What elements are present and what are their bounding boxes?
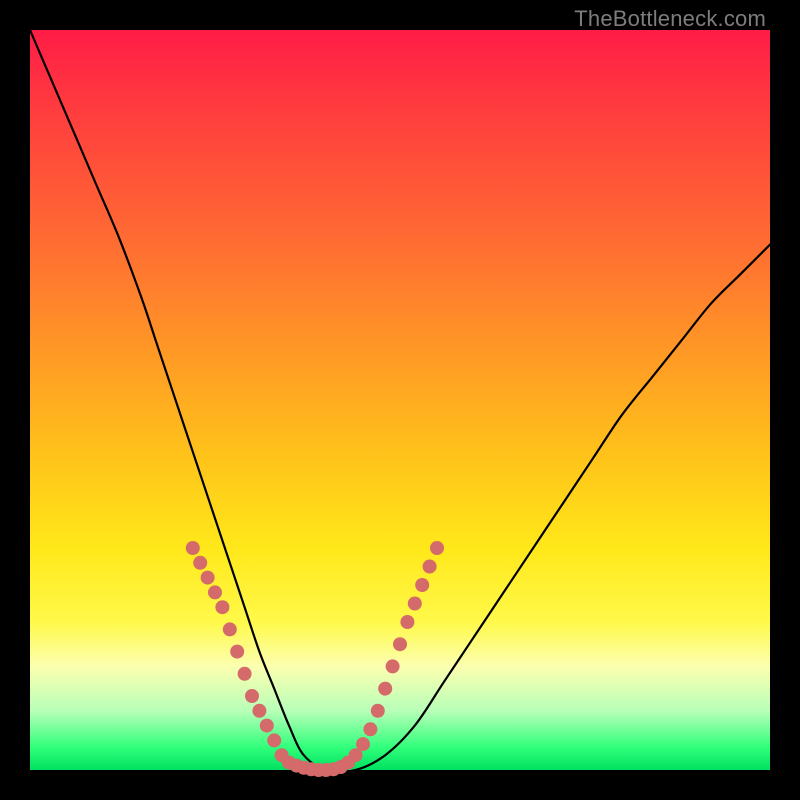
marker-dot [378, 682, 392, 696]
marker-dot [386, 659, 400, 673]
marker-dot [430, 541, 444, 555]
watermark-text: TheBottleneck.com [574, 6, 766, 32]
marker-dot [208, 585, 222, 599]
marker-dot [186, 541, 200, 555]
marker-dot [252, 704, 266, 718]
marker-dot [423, 560, 437, 574]
marker-dot [193, 556, 207, 570]
marker-dot [356, 737, 370, 751]
marker-dot [215, 600, 229, 614]
marker-dot [393, 637, 407, 651]
marker-dot [415, 578, 429, 592]
chart-svg [30, 30, 770, 770]
marker-dots [186, 541, 444, 777]
chart-frame: TheBottleneck.com [0, 0, 800, 800]
marker-dot [230, 645, 244, 659]
marker-dot [260, 719, 274, 733]
marker-dot [238, 667, 252, 681]
marker-dot [245, 689, 259, 703]
marker-dot [400, 615, 414, 629]
marker-dot [223, 622, 237, 636]
marker-dot [371, 704, 385, 718]
marker-dot [363, 722, 377, 736]
marker-dot [201, 571, 215, 585]
plot-area [30, 30, 770, 770]
bottleneck-curve [30, 30, 770, 772]
marker-dot [408, 597, 422, 611]
marker-dot [267, 733, 281, 747]
